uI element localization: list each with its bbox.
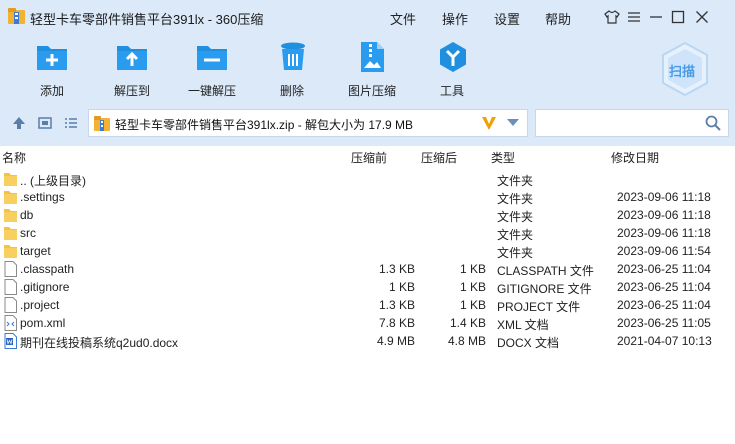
list-item[interactable]: target 文件夹 2023-09-06 11:54: [0, 242, 735, 260]
list-item[interactable]: 期刊在线投稿系统q2ud0.docx 4.9 MB 4.8 MB DOCX 文档…: [0, 332, 735, 350]
tools-icon: [440, 42, 466, 72]
add-button[interactable]: 添加: [32, 40, 72, 98]
menu-operate[interactable]: 操作: [442, 9, 468, 28]
extract-to-label: 解压到: [113, 84, 150, 98]
folder-icon: [4, 191, 17, 204]
image-compress-button[interactable]: 图片压缩: [346, 40, 398, 98]
delete-button[interactable]: 删除: [276, 40, 308, 98]
maximize-icon: [671, 10, 685, 24]
minimize-icon: [650, 16, 662, 18]
shirt-icon: [604, 10, 620, 24]
app-logo-icon: [8, 8, 25, 24]
column-header-size[interactable]: 压缩前: [351, 149, 387, 166]
window-title: 轻型卡车零部件销售平台391lx - 360压缩: [30, 12, 264, 27]
list-item[interactable]: src 文件夹 2023-09-06 11:18: [0, 224, 735, 242]
column-headers: 名称 压缩前 压缩后 类型 修改日期: [0, 148, 735, 166]
trash-icon: [281, 42, 305, 70]
search-input[interactable]: [536, 110, 696, 136]
extract-to-icon: [117, 46, 147, 70]
scan-label: 扫描: [669, 64, 696, 79]
column-header-type[interactable]: 类型: [491, 149, 515, 166]
arrow-up-icon: [13, 117, 25, 129]
up-button[interactable]: [11, 115, 27, 131]
folder-icon: [4, 245, 17, 258]
minimize-button[interactable]: [646, 7, 666, 27]
address-bar: 轻型卡车零部件销售平台391lx.zip - 解包大小为 17.9 MB: [0, 106, 735, 140]
folder-icon: [4, 209, 17, 222]
grid-view-icon: [38, 117, 52, 129]
column-header-name[interactable]: 名称: [2, 149, 26, 166]
image-compress-icon: [361, 42, 384, 72]
list-view-icon: [65, 118, 77, 128]
menu-button[interactable]: [624, 7, 644, 27]
image-compress-label: 图片压缩: [347, 84, 396, 98]
thumbnail-view-button[interactable]: [37, 115, 53, 131]
search-icon[interactable]: [705, 115, 721, 131]
xml-file-icon: [4, 315, 17, 331]
chevron-down-icon[interactable]: [507, 119, 519, 127]
column-header-packed[interactable]: 压缩后: [421, 149, 457, 166]
maximize-button[interactable]: [668, 7, 688, 27]
close-icon: [696, 11, 708, 23]
one-click-extract-button[interactable]: 一键解压: [186, 40, 238, 98]
hamburger-icon: [628, 12, 640, 22]
list-item[interactable]: .. (上级目录) 文件夹: [0, 170, 735, 188]
add-label: 添加: [39, 84, 64, 98]
tools-label: 工具: [439, 84, 464, 98]
verified-v-icon[interactable]: [480, 114, 498, 132]
word-document-icon: [4, 333, 17, 349]
archive-icon: [94, 116, 110, 131]
tools-button[interactable]: 工具: [436, 40, 468, 98]
skin-button[interactable]: [602, 7, 622, 27]
path-field[interactable]: 轻型卡车零部件销售平台391lx.zip - 解包大小为 17.9 MB: [88, 109, 528, 137]
top-panel: 轻型卡车零部件销售平台391lx - 360压缩 文件 操作 设置 帮助 添加: [0, 0, 735, 146]
file-icon: [4, 297, 17, 313]
folder-icon: [4, 173, 17, 186]
folder-icon: [4, 227, 17, 240]
menu-help[interactable]: 帮助: [545, 9, 571, 28]
file-icon: [4, 279, 17, 295]
one-click-extract-icon: [197, 46, 227, 70]
menu-settings[interactable]: 设置: [494, 9, 520, 28]
scan-button[interactable]: 扫描: [656, 40, 714, 98]
close-button[interactable]: [692, 7, 712, 27]
list-item[interactable]: .gitignore 1 KB 1 KB GITIGNORE 文件 2023-0…: [0, 278, 735, 296]
delete-label: 删除: [279, 84, 304, 98]
list-item[interactable]: .project 1.3 KB 1 KB PROJECT 文件 2023-06-…: [0, 296, 735, 314]
path-text: 轻型卡车零部件销售平台391lx.zip - 解包大小为 17.9 MB: [115, 118, 414, 132]
search-field[interactable]: [535, 109, 729, 137]
list-view-button[interactable]: [63, 115, 79, 131]
file-icon: [4, 261, 17, 277]
one-click-extract-label: 一键解压: [187, 84, 236, 98]
list-item[interactable]: .classpath 1.3 KB 1 KB CLASSPATH 文件 2023…: [0, 260, 735, 278]
list-item[interactable]: db 文件夹 2023-09-06 11:18: [0, 206, 735, 224]
title-bar: 轻型卡车零部件销售平台391lx - 360压缩 文件 操作 设置 帮助: [0, 0, 735, 33]
add-icon: [37, 46, 67, 70]
column-header-modified[interactable]: 修改日期: [611, 149, 659, 166]
list-item[interactable]: pom.xml 7.8 KB 1.4 KB XML 文档 2023-06-25 …: [0, 314, 735, 332]
extract-to-button[interactable]: 解压到: [110, 40, 154, 98]
menu-file[interactable]: 文件: [390, 9, 416, 28]
list-item[interactable]: .settings 文件夹 2023-09-06 11:18: [0, 188, 735, 206]
